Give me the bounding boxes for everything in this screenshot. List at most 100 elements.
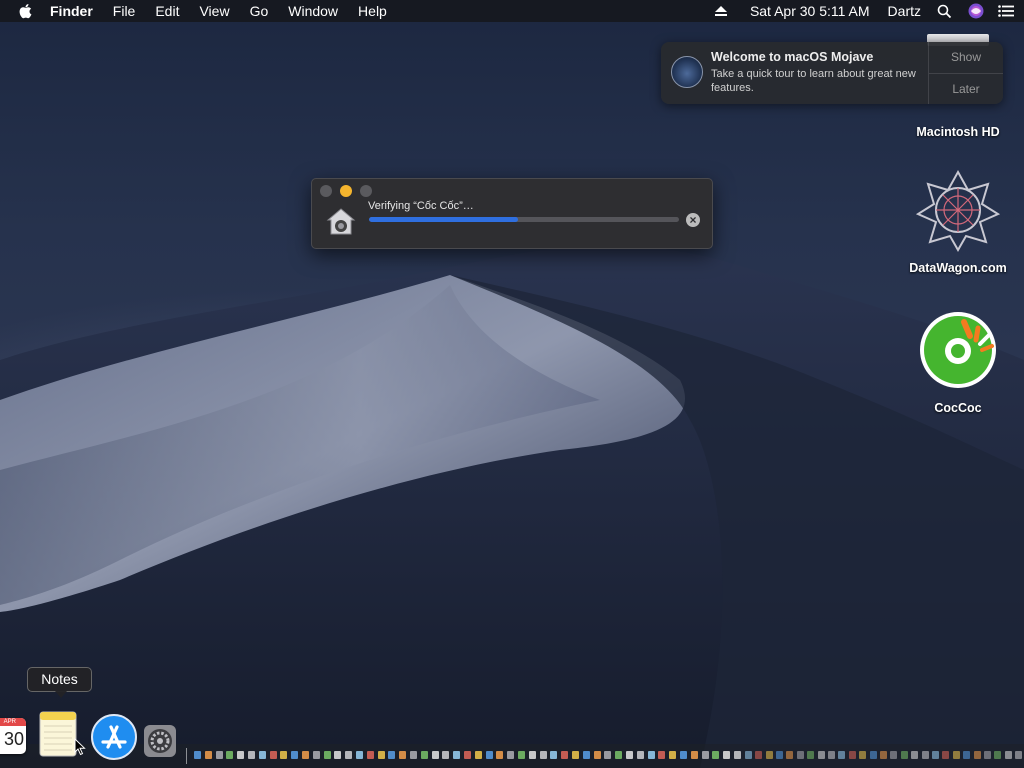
notification-banner[interactable]: Welcome to macOS Mojave Take a quick tou… xyxy=(661,42,1003,104)
dock-minimized-window[interactable] xyxy=(215,751,223,759)
dock-minimized-window[interactable] xyxy=(280,751,288,759)
dock-minimized-window[interactable] xyxy=(561,751,569,759)
apple-icon[interactable] xyxy=(18,3,32,19)
eject-icon[interactable] xyxy=(714,5,728,17)
dock-minimized-window[interactable] xyxy=(572,751,579,759)
dock-minimized-window[interactable] xyxy=(410,751,417,759)
dock-minimized-window[interactable] xyxy=(356,751,363,759)
dock-minimized-window[interactable] xyxy=(518,751,525,759)
dock-minimized-window[interactable] xyxy=(942,751,950,759)
dock-minimized-window[interactable] xyxy=(658,751,666,759)
clock[interactable]: Sat Apr 30 5:11 AM xyxy=(750,3,870,19)
dock-minimized-window[interactable] xyxy=(248,751,255,759)
menu-window[interactable]: Window xyxy=(288,3,338,19)
minimize-button[interactable] xyxy=(340,185,352,197)
app-menu-finder[interactable]: Finder xyxy=(50,3,93,19)
dock-minimized-window[interactable] xyxy=(323,751,331,759)
dock-minimized-window[interactable] xyxy=(528,751,536,759)
dock-minimized-window[interactable] xyxy=(194,751,201,759)
dock-system-preferences-icon[interactable] xyxy=(143,724,177,758)
cancel-icon[interactable]: × xyxy=(686,213,700,227)
show-button[interactable]: Show xyxy=(929,42,1003,74)
dock-minimized-window[interactable] xyxy=(636,751,644,759)
dock-minimized-window[interactable] xyxy=(539,751,547,759)
dock-minimized-window[interactable] xyxy=(680,751,687,759)
dock-app-store-icon[interactable] xyxy=(90,713,138,761)
dock-minimized-window[interactable] xyxy=(604,751,612,759)
datawagon-icon[interactable] xyxy=(916,168,1000,252)
siri-icon[interactable] xyxy=(968,3,984,19)
dock-minimized-window[interactable] xyxy=(388,751,396,759)
dock-minimized-window[interactable] xyxy=(911,751,919,759)
dock-minimized-window[interactable] xyxy=(796,751,804,759)
dock-minimized-window[interactable] xyxy=(626,751,633,759)
menu-go[interactable]: Go xyxy=(250,3,269,19)
dock-minimized-window[interactable] xyxy=(237,751,245,759)
dock-minimized-window[interactable] xyxy=(442,751,450,759)
dock-minimized-window[interactable] xyxy=(984,751,991,759)
dock-minimized-window[interactable] xyxy=(453,751,461,759)
dock-minimized-window[interactable] xyxy=(890,751,898,759)
dock-minimized-window[interactable] xyxy=(723,751,731,759)
dock-minimized-window[interactable] xyxy=(312,751,320,759)
menu-help[interactable]: Help xyxy=(358,3,387,19)
dock-minimized-window[interactable] xyxy=(701,751,709,759)
dock-minimized-window[interactable] xyxy=(550,751,558,759)
menu-edit[interactable]: Edit xyxy=(155,3,179,19)
dock-minimized-window[interactable] xyxy=(880,751,887,759)
zoom-button[interactable] xyxy=(360,185,372,197)
dock-minimized-window[interactable] xyxy=(377,751,385,759)
dock-minimized-window[interactable] xyxy=(690,751,698,759)
dock-minimized-window[interactable] xyxy=(1004,751,1012,759)
dock-minimized-window[interactable] xyxy=(952,751,960,759)
dock-minimized-window[interactable] xyxy=(786,751,794,759)
dock-minimized-window[interactable] xyxy=(291,751,299,759)
coccoc-icon[interactable] xyxy=(918,310,998,390)
dock-minimized-window[interactable] xyxy=(807,751,815,759)
dock-minimized-window[interactable] xyxy=(776,751,783,759)
dock-minimized-window[interactable] xyxy=(932,751,939,759)
dock-minimized-window[interactable] xyxy=(848,751,856,759)
later-button[interactable]: Later xyxy=(929,74,1003,105)
dock-minimized-window[interactable] xyxy=(921,751,929,759)
dock-minimized-window[interactable] xyxy=(474,751,482,759)
desktop-icon-datawagon[interactable]: DataWagon.com xyxy=(903,261,1013,275)
dock-minimized-window[interactable] xyxy=(615,751,623,759)
dock-minimized-window[interactable] xyxy=(399,751,407,759)
dock-minimized-window[interactable] xyxy=(817,751,825,759)
dock-minimized-window[interactable] xyxy=(485,751,493,759)
dock-minimized-window[interactable] xyxy=(1015,751,1023,759)
dock-minimized-window[interactable] xyxy=(226,751,234,759)
close-button[interactable] xyxy=(320,185,332,197)
dock-minimized-window[interactable] xyxy=(734,751,741,759)
dock-minimized-window[interactable] xyxy=(900,751,908,759)
dock-minimized-window[interactable] xyxy=(496,751,504,759)
dock-minimized-window[interactable] xyxy=(507,751,515,759)
notification-center-icon[interactable] xyxy=(998,5,1014,17)
user-menu[interactable]: Dartz xyxy=(888,3,921,19)
dock-calendar-icon[interactable]: APR 30 xyxy=(0,718,26,754)
dock-minimized-window[interactable] xyxy=(258,751,266,759)
dock-minimized-window[interactable] xyxy=(593,751,601,759)
menu-file[interactable]: File xyxy=(113,3,136,19)
dock-minimized-window[interactable] xyxy=(994,751,1002,759)
dock-minimized-window[interactable] xyxy=(755,751,763,759)
dock-minimized-window[interactable] xyxy=(859,751,867,759)
desktop-icon-coccoc[interactable]: CocCoc xyxy=(903,401,1013,415)
dock-minimized-window[interactable] xyxy=(744,751,752,759)
dock-minimized-window[interactable] xyxy=(345,751,353,759)
search-icon[interactable] xyxy=(937,4,952,19)
dock-minimized-window[interactable] xyxy=(669,751,677,759)
dock-minimized-window[interactable] xyxy=(420,751,428,759)
dock-minimized-window[interactable] xyxy=(334,751,342,759)
dock-minimized-window[interactable] xyxy=(647,751,655,759)
dock-minimized-window[interactable] xyxy=(204,751,212,759)
dock-minimized-window[interactable] xyxy=(464,751,471,759)
desktop-icon-macintosh-hd[interactable]: Macintosh HD xyxy=(903,125,1013,139)
dock-minimized-window[interactable] xyxy=(582,751,590,759)
dock-minimized-window[interactable] xyxy=(838,751,846,759)
dock-minimized-window[interactable] xyxy=(302,751,309,759)
menu-view[interactable]: View xyxy=(199,3,229,19)
dock-minimized-window[interactable] xyxy=(828,751,835,759)
dock-minimized-window[interactable] xyxy=(963,751,971,759)
